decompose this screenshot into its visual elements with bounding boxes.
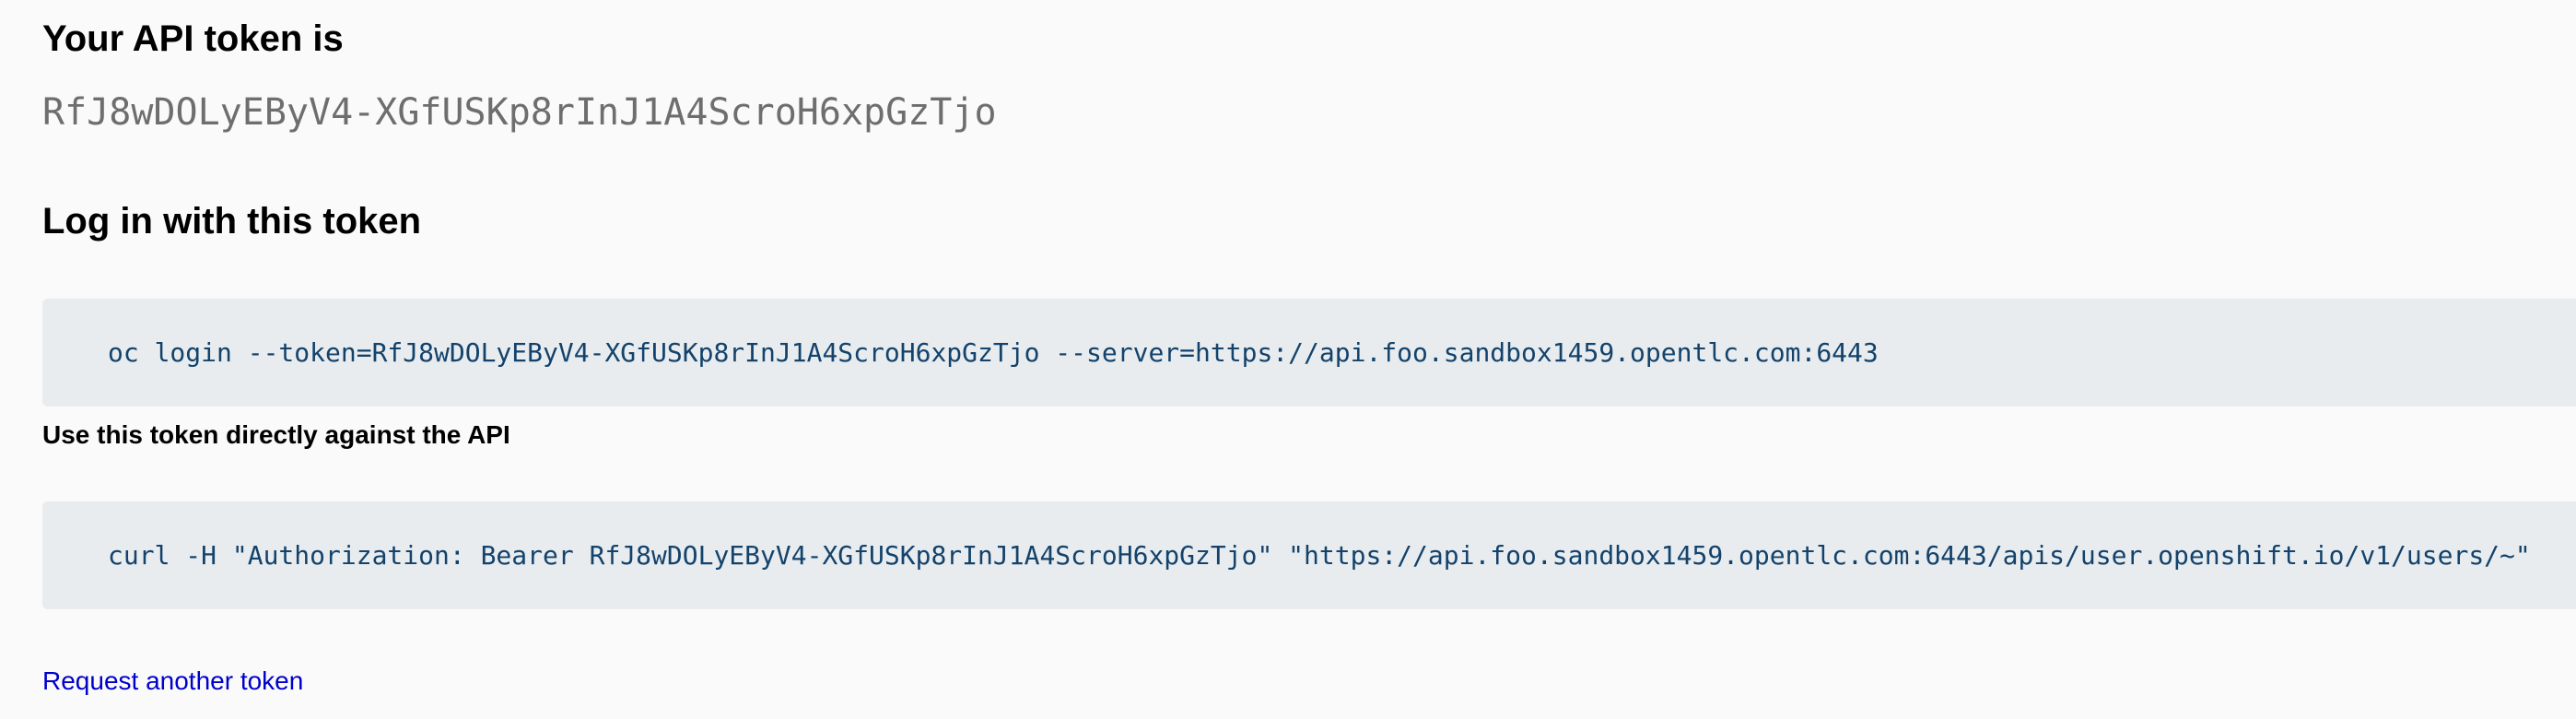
login-command-block[interactable]: oc login --token=RfJ8wDOLyEByV4-XGfUSKp8… [42,299,2576,407]
api-usage-heading: Use this token directly against the API [42,420,510,449]
login-command[interactable]: oc login --token=RfJ8wDOLyEByV4-XGfUSKp8… [108,337,1879,368]
request-another-token-link[interactable]: Request another token [42,666,303,697]
token-heading: Your API token is [42,18,344,59]
curl-command[interactable]: curl -H "Authorization: Bearer RfJ8wDOLy… [108,540,2531,571]
curl-command-block[interactable]: curl -H "Authorization: Bearer RfJ8wDOLy… [42,501,2576,609]
login-heading: Log in with this token [42,201,422,242]
api-token-value[interactable]: RfJ8wDOLyEByV4-XGfUSKp8rInJ1A4ScroH6xpGz… [42,88,997,136]
